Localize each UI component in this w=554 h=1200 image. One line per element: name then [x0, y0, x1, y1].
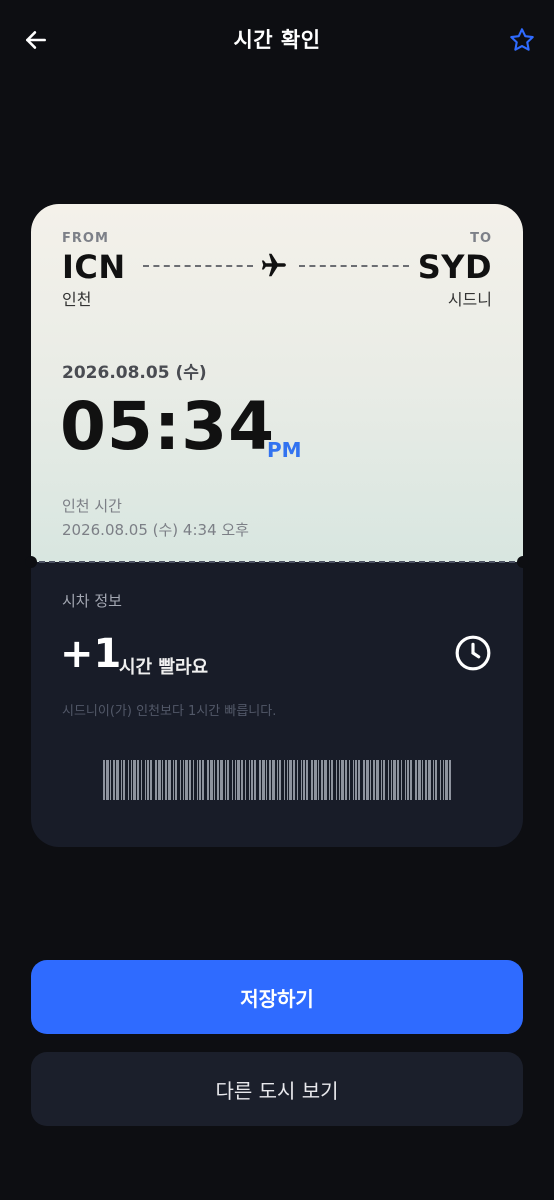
clock-icon: [455, 635, 491, 671]
from-code: ICN: [62, 248, 126, 286]
from-city: 인천: [62, 290, 92, 309]
time-diff-description: 시드니이(가) 인천보다 1시간 빠릅니다.: [62, 704, 277, 719]
local-time-value: 2026.08.05 (수) 4:34 오후: [62, 521, 249, 539]
local-time-label: 인천 시간: [62, 497, 122, 515]
page-title: 시간 확인: [233, 28, 321, 52]
header: 시간 확인: [0, 0, 554, 78]
to-city: 시드니: [447, 290, 492, 309]
ticket-notch-left: [25, 556, 37, 568]
favorite-button[interactable]: [504, 22, 540, 58]
ticket-bottom: 시차 정보 +1 시간 빨라요 시드니이(가) 인천보다 1시간 빠릅니다.: [31, 562, 523, 847]
time-diff-label: 시차 정보: [62, 592, 122, 610]
barcode-bar: [449, 760, 451, 800]
ticket-notch-right: [517, 556, 529, 568]
ticket-top: FROM TO ICN SYD 인천 시드니 2026.08.05 (수) 05…: [31, 204, 523, 562]
ticket-perforation: [39, 561, 515, 563]
time-diff-value: +1: [60, 631, 122, 677]
save-button[interactable]: 저장하기: [31, 960, 523, 1034]
time-ticket-card: FROM TO ICN SYD 인천 시드니 2026.08.05 (수) 05…: [25, 204, 529, 847]
to-code: SYD: [417, 248, 492, 286]
route-line-right: [299, 265, 409, 267]
destination-time: 05:34: [60, 388, 276, 465]
to-label: TO: [470, 231, 492, 246]
ampm-indicator: PM: [267, 438, 302, 462]
airplane-icon: [261, 253, 286, 277]
star-outline-icon: [510, 28, 534, 51]
other-city-button[interactable]: 다른 도시 보기: [31, 1052, 523, 1126]
screen: 시간 확인 FROM TO ICN SYD 인천 시드니 2026.08.05 …: [0, 0, 554, 1200]
barcode: [103, 760, 451, 800]
destination-date: 2026.08.05 (수): [62, 363, 207, 383]
time-diff-unit: 시간 빨라요: [119, 657, 209, 678]
route-line-left: [143, 265, 253, 267]
from-label: FROM: [62, 231, 109, 246]
